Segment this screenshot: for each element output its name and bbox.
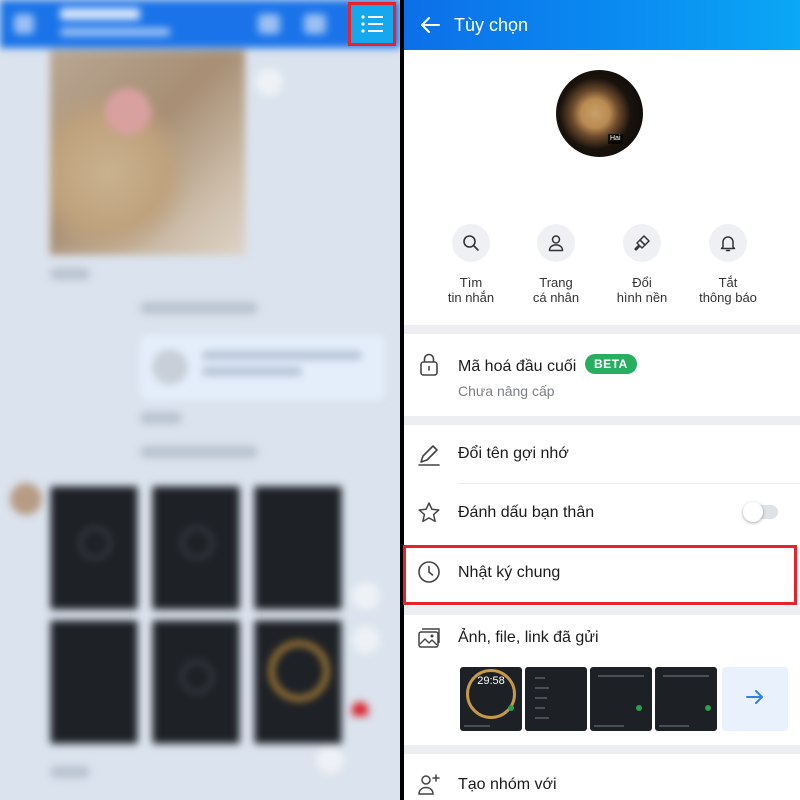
beta-badge: BETA xyxy=(585,354,637,374)
thumb-line xyxy=(659,725,689,727)
lock-icon xyxy=(416,351,442,377)
media-thumbnail[interactable] xyxy=(655,667,717,731)
quick-action-label: Tắt thông báo xyxy=(699,275,757,305)
media-thumbnail[interactable]: 29:58 xyxy=(460,667,522,731)
change-wallpaper-action[interactable]: Đổi hình nền xyxy=(599,224,685,305)
file-icon xyxy=(152,349,188,385)
section-separator xyxy=(404,606,800,615)
user-icon xyxy=(537,224,575,262)
screenshot-thumbnail[interactable] xyxy=(50,620,138,744)
mute-notifications-action[interactable]: Tắt thông báo xyxy=(685,224,771,305)
thumb-line xyxy=(598,675,644,677)
bell-icon xyxy=(709,224,747,262)
thumb-dot xyxy=(508,705,514,711)
rename-label: Đổi tên gợi nhớ xyxy=(458,445,569,462)
chat-contact-name-placeholder xyxy=(60,8,140,20)
profile-action[interactable]: Trang cá nhân xyxy=(513,224,599,305)
timestamp-placeholder xyxy=(50,268,90,280)
options-panel: Tùy chọn Hai Tìm tin nhắn Trang cá nhân … xyxy=(404,0,800,800)
sender-avatar[interactable] xyxy=(10,483,42,515)
search-messages-action[interactable]: Tìm tin nhắn xyxy=(428,224,514,305)
rename-nickname-row[interactable]: Đổi tên gợi nhớ xyxy=(404,425,800,483)
thumb-line xyxy=(535,687,549,689)
media-thumbnail[interactable] xyxy=(590,667,652,731)
chat-panel-blurred xyxy=(0,0,400,800)
thumb-dot xyxy=(705,705,711,711)
section-separator xyxy=(404,745,800,754)
end-to-end-encryption-row[interactable]: Mã hoá đầu cuối Chưa nâng cấp xyxy=(404,334,800,416)
quick-action-label: Tìm tin nhắn xyxy=(447,275,495,305)
screenshot-thumbnail[interactable] xyxy=(254,486,342,610)
system-message-placeholder xyxy=(140,446,258,458)
timestamp-placeholder xyxy=(50,766,90,778)
shared-timeline-row[interactable]: Nhật ký chung xyxy=(404,545,800,605)
phone-icon[interactable] xyxy=(258,14,280,34)
quick-action-label: Đổi hình nền xyxy=(616,275,668,305)
timeline-label: Nhật ký chung xyxy=(458,564,561,581)
section-separator xyxy=(404,416,800,425)
thumb-line xyxy=(535,697,547,699)
create-group-row[interactable]: Tạo nhóm với xyxy=(404,754,800,800)
thumb-line xyxy=(464,725,490,727)
chat-options-button[interactable] xyxy=(348,2,396,46)
chat-background xyxy=(0,0,400,800)
view-all-media-button[interactable] xyxy=(722,667,788,731)
media-label: Ảnh, file, link đã gửi xyxy=(458,629,599,646)
options-header: Tùy chọn xyxy=(404,0,800,50)
quick-action-label: Trang cá nhân xyxy=(532,275,580,305)
chat-status-placeholder xyxy=(60,28,170,36)
chat-header xyxy=(0,0,400,48)
encryption-status: Chưa nâng cấp xyxy=(458,383,555,399)
thumb-line xyxy=(535,707,545,709)
screenshot-thumbnail[interactable] xyxy=(254,620,342,744)
chat-file-card[interactable] xyxy=(140,335,385,400)
screenshot-thumbnail[interactable] xyxy=(152,620,240,744)
search-icon xyxy=(452,224,490,262)
paint-brush-icon xyxy=(623,224,661,262)
thumb-line xyxy=(594,725,624,727)
share-icon[interactable] xyxy=(255,68,283,96)
screenshot-thumbnail[interactable] xyxy=(152,486,240,610)
thumb-line xyxy=(535,717,549,719)
arrow-right-icon xyxy=(744,686,766,713)
file-name-placeholder xyxy=(202,351,362,360)
chat-image-message[interactable] xyxy=(50,50,245,255)
screenshot-thumbnail[interactable] xyxy=(50,486,138,610)
create-group-label: Tạo nhóm với xyxy=(458,776,557,793)
best-friend-label: Đánh dấu bạn thân xyxy=(458,504,595,521)
thumb-clock-text: 29:58 xyxy=(477,675,505,687)
heart-icon[interactable] xyxy=(352,702,368,716)
system-message-placeholder xyxy=(140,302,258,314)
list-icon xyxy=(360,14,384,34)
reaction-icon[interactable] xyxy=(316,746,344,774)
avatar[interactable]: Hai xyxy=(556,70,643,157)
page-title: Tùy chọn xyxy=(454,15,529,35)
toggle-knob xyxy=(743,502,763,522)
add-user-icon xyxy=(416,772,442,798)
best-friend-toggle[interactable] xyxy=(743,502,778,522)
section-separator xyxy=(404,325,800,334)
images-icon xyxy=(416,626,442,652)
more-icon[interactable] xyxy=(352,626,380,654)
timestamp-placeholder xyxy=(140,412,182,424)
avatar-tag: Hai xyxy=(608,134,623,144)
pencil-icon xyxy=(416,441,442,467)
arrow-left-icon[interactable] xyxy=(418,13,442,37)
star-icon xyxy=(416,500,442,526)
back-icon[interactable] xyxy=(14,14,34,34)
thumb-line xyxy=(535,677,545,679)
media-thumbnail[interactable] xyxy=(525,667,587,731)
thumb-dot xyxy=(636,705,642,711)
clock-icon xyxy=(416,559,442,585)
file-meta-placeholder xyxy=(202,367,302,376)
share-icon[interactable] xyxy=(352,582,380,610)
video-icon[interactable] xyxy=(304,14,326,34)
thumb-line xyxy=(663,675,709,677)
mark-best-friend-row[interactable]: Đánh dấu bạn thân xyxy=(404,484,800,542)
encryption-label: Mã hoá đầu cuối xyxy=(458,358,577,375)
